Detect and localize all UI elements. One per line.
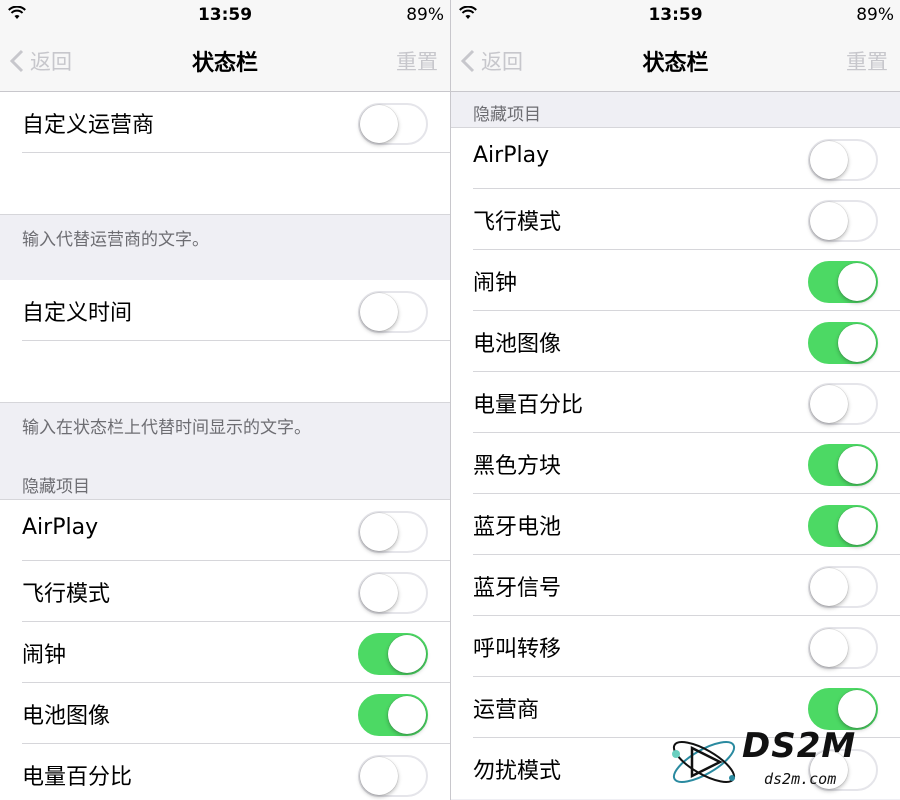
row-label: AirPlay — [22, 515, 99, 540]
hidden-items-list: AirPlay 飞行模式闹钟电池图像电量百分比 — [0, 500, 450, 800]
hidden-item-toggle[interactable] — [358, 694, 428, 736]
toggle-knob — [838, 690, 876, 728]
right-screen: 13:59 89% 返回 状态栏 重置 隐藏项目 AirPlay 飞行模式闹钟电池… — [450, 0, 900, 800]
toggle-knob — [810, 202, 848, 240]
row-label: 自定义运营商 — [22, 113, 155, 138]
toggle-knob — [810, 568, 848, 606]
hidden-item-row[interactable]: AirPlay — [451, 128, 900, 189]
toggle-knob — [810, 141, 848, 179]
hidden-item-toggle[interactable] — [808, 505, 878, 547]
hidden-item-row[interactable]: 电池图像 — [0, 683, 450, 744]
settings-list: 自定义运营商 输入代替运营商的文字。 自定义时间 输入在状态栏上代替时间显示的文… — [0, 92, 450, 800]
hidden-item-toggle[interactable] — [808, 566, 878, 608]
row-label: 闹钟 — [22, 643, 67, 668]
row-label: 蓝牙信号 — [473, 576, 562, 601]
time-footer: 输入在状态栏上代替时间显示的文字。 — [0, 402, 450, 464]
page-title: 状态栏 — [191, 51, 258, 76]
hidden-item-toggle[interactable] — [808, 200, 878, 242]
battery-percent: 89% — [856, 5, 894, 25]
hidden-item-toggle[interactable] — [358, 572, 428, 614]
row-label: 自定义时间 — [22, 301, 133, 326]
status-bar: 13:59 89% — [451, 0, 900, 30]
watermark-site: ds2m.com — [764, 770, 837, 788]
carrier-group: 自定义运营商 — [0, 92, 450, 214]
left-screen: 13:59 89% 返回 状态栏 重置 自定义运营商 输入代替运营商的文字。 自… — [0, 0, 450, 800]
atom-logo-icon — [672, 741, 736, 783]
toggle-knob — [810, 629, 848, 667]
custom-time-toggle[interactable] — [358, 291, 428, 333]
hidden-item-toggle[interactable] — [808, 688, 878, 730]
battery-percent: 89% — [406, 5, 444, 25]
toggle-knob — [810, 385, 848, 423]
time-text-field[interactable] — [0, 341, 450, 402]
navigation-bar: 返回 状态栏 重置 — [451, 30, 900, 92]
hidden-item-toggle[interactable] — [358, 633, 428, 675]
row-label: 飞行模式 — [473, 210, 562, 235]
toggle-knob — [360, 574, 398, 612]
custom-carrier-toggle[interactable] — [358, 103, 428, 145]
status-time: 13:59 — [648, 5, 703, 25]
watermark-logo: DS2M ds2m.com — [664, 726, 884, 796]
hidden-item-row[interactable]: 飞行模式 — [0, 561, 450, 622]
hidden-items-header: 隐藏项目 — [0, 464, 450, 500]
hidden-item-toggle[interactable] — [358, 511, 428, 553]
toggle-knob — [360, 513, 398, 551]
toggle-knob — [838, 263, 876, 301]
row-label: 电量百分比 — [22, 765, 133, 790]
hidden-item-row[interactable]: 电量百分比 — [0, 744, 450, 800]
row-label: 电池图像 — [473, 332, 562, 357]
row-label: 呼叫转移 — [473, 637, 562, 662]
toggle-knob — [838, 446, 876, 484]
status-time: 13:59 — [197, 5, 253, 25]
reset-button[interactable]: 重置 — [846, 46, 888, 76]
settings-list: 隐藏项目 AirPlay 飞行模式闹钟电池图像电量百分比黑色方块蓝牙电池蓝牙信号呼… — [451, 92, 900, 800]
toggle-knob — [838, 507, 876, 545]
hidden-item-row[interactable]: 蓝牙信号 — [451, 555, 900, 616]
custom-carrier-row[interactable]: 自定义运营商 — [0, 92, 450, 153]
watermark-brand: DS2M — [742, 726, 857, 766]
toggle-knob — [388, 635, 426, 673]
row-label: AirPlay — [473, 143, 550, 168]
hidden-item-row[interactable]: 闹钟 — [451, 250, 900, 311]
hidden-item-row[interactable]: 电池图像 — [451, 311, 900, 372]
toggle-knob — [360, 757, 398, 795]
page-title: 状态栏 — [642, 51, 709, 76]
hidden-item-row[interactable]: 飞行模式 — [451, 189, 900, 250]
hidden-item-toggle[interactable] — [808, 139, 878, 181]
hidden-item-toggle[interactable] — [808, 261, 878, 303]
row-label: 黑色方块 — [473, 454, 562, 479]
row-label: 运营商 — [473, 698, 540, 723]
carrier-text-field[interactable] — [0, 153, 450, 214]
row-label: 蓝牙电池 — [473, 515, 562, 540]
hidden-item-row[interactable]: 电量百分比 — [451, 372, 900, 433]
toggle-knob — [360, 293, 398, 331]
row-label: 电池图像 — [22, 704, 111, 729]
row-label: 飞行模式 — [22, 582, 111, 607]
hidden-item-toggle[interactable] — [808, 322, 878, 364]
carrier-footer: 输入代替运营商的文字。 — [0, 214, 450, 280]
hidden-item-row[interactable]: 闹钟 — [0, 622, 450, 683]
toggle-knob — [838, 324, 876, 362]
hidden-item-row[interactable]: AirPlay — [0, 500, 450, 561]
hidden-items-header: 隐藏项目 — [451, 92, 900, 128]
reset-button[interactable]: 重置 — [396, 46, 438, 76]
hidden-item-toggle[interactable] — [808, 444, 878, 486]
hidden-item-row[interactable]: 呼叫转移 — [451, 616, 900, 677]
hidden-item-toggle[interactable] — [358, 755, 428, 797]
row-label: 电量百分比 — [473, 393, 584, 418]
hidden-items-list: AirPlay 飞行模式闹钟电池图像电量百分比黑色方块蓝牙电池蓝牙信号呼叫转移运营… — [451, 128, 900, 799]
time-group: 自定义时间 — [0, 280, 450, 402]
toggle-knob — [388, 696, 426, 734]
toggle-knob — [360, 105, 398, 143]
hidden-item-toggle[interactable] — [808, 627, 878, 669]
row-label: 闹钟 — [473, 271, 518, 296]
hidden-item-row[interactable]: 黑色方块 — [451, 433, 900, 494]
hidden-item-toggle[interactable] — [808, 383, 878, 425]
navigation-bar: 返回 状态栏 重置 — [0, 30, 450, 92]
row-label: 勿扰模式 — [473, 759, 562, 784]
custom-time-row[interactable]: 自定义时间 — [0, 280, 450, 341]
status-bar: 13:59 89% — [0, 0, 450, 30]
hidden-item-row[interactable]: 蓝牙电池 — [451, 494, 900, 555]
